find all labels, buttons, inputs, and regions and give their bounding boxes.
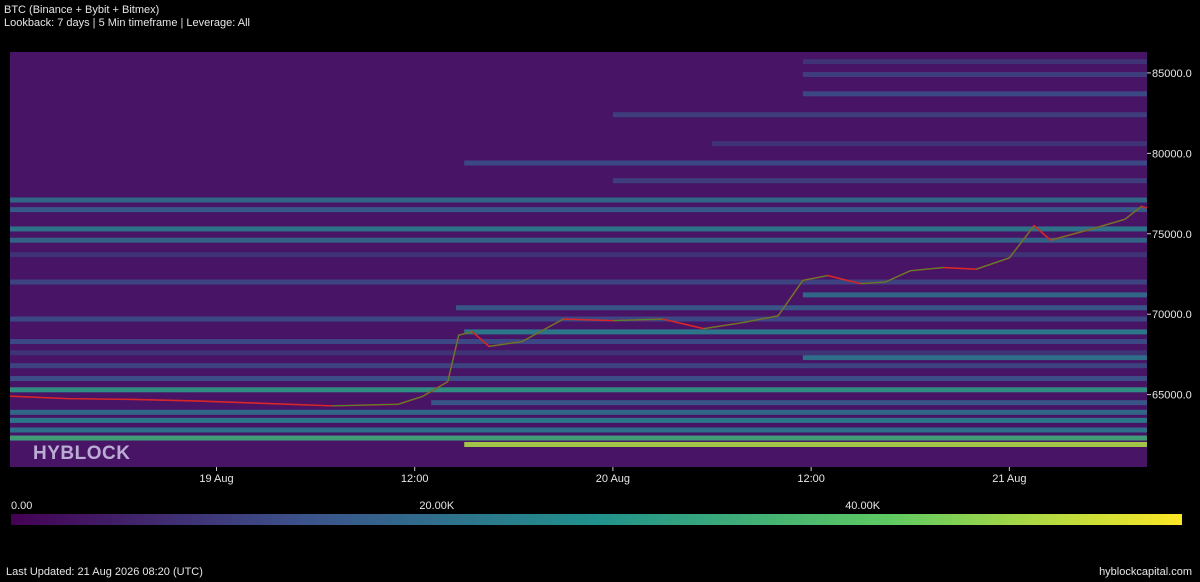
y-tick-label: 85000.0 <box>1152 68 1192 80</box>
liquidation-band <box>612 178 1147 184</box>
x-tick-label: 12:00 <box>797 473 825 485</box>
liquidation-band <box>802 292 1147 298</box>
y-tick-label: 75000.0 <box>1152 229 1192 241</box>
liquidation-band <box>10 226 1147 232</box>
liquidation-band <box>10 350 1147 356</box>
liquidation-band <box>10 339 1147 345</box>
liquidation-band <box>464 329 1147 335</box>
liquidation-band <box>802 72 1147 78</box>
liquidation-band <box>464 160 1147 166</box>
colorbar-ticks: 0.00 20.00K 40.00K <box>11 500 881 512</box>
liquidation-band <box>10 237 1147 243</box>
hyblock-watermark: HYBLOCK <box>33 443 131 464</box>
liquidation-band <box>10 409 1147 415</box>
colorbar-tick-label: 0.00 <box>11 500 32 512</box>
liquidation-band <box>10 252 1147 258</box>
liquidation-band <box>712 141 1147 147</box>
liquidation-band <box>10 427 1147 433</box>
liquidation-band <box>612 112 1147 118</box>
x-tick-label: 12:00 <box>401 473 429 485</box>
liquidation-band <box>10 387 1147 393</box>
colorbar <box>11 514 1182 525</box>
last-updated-text: Last Updated: 21 Aug 2026 08:20 (UTC) <box>6 566 203 578</box>
x-tick-label: 19 Aug <box>199 473 233 485</box>
liquidation-band <box>10 279 1147 285</box>
liquidation-band <box>10 417 1147 423</box>
liquidation-band <box>802 355 1147 361</box>
liquidation-band <box>10 207 1147 213</box>
liquidation-band <box>431 400 1147 406</box>
site-link[interactable]: hyblockcapital.com <box>1099 566 1192 578</box>
y-axis: 65000.0 70000.0 75000.0 80000.0 85000.0 <box>1147 68 1192 402</box>
liquidation-band <box>10 435 1147 441</box>
x-tick-label: 21 Aug <box>992 473 1026 485</box>
liquidation-band <box>802 91 1147 97</box>
liquidation-band <box>455 305 1147 311</box>
x-tick-label: 20 Aug <box>596 473 630 485</box>
liquidation-band <box>10 376 1147 382</box>
colorbar-tick-label: 20.00K <box>419 500 455 512</box>
colorbar-tick-label: 40.00K <box>845 500 881 512</box>
liquidation-band <box>464 441 1147 447</box>
y-tick-label: 65000.0 <box>1152 390 1192 402</box>
liquidation-band <box>10 363 1147 369</box>
y-tick-label: 70000.0 <box>1152 309 1192 321</box>
liquidation-heatmap-chart: 65000.0 70000.0 75000.0 80000.0 85000.0 19 A… <box>10 52 1192 525</box>
liquidation-band <box>10 197 1147 203</box>
liquidation-band <box>802 59 1147 65</box>
x-axis: 19 Aug 12:00 20 Aug 12:00 21 Aug <box>199 467 1026 485</box>
y-tick-label: 80000.0 <box>1152 148 1192 160</box>
